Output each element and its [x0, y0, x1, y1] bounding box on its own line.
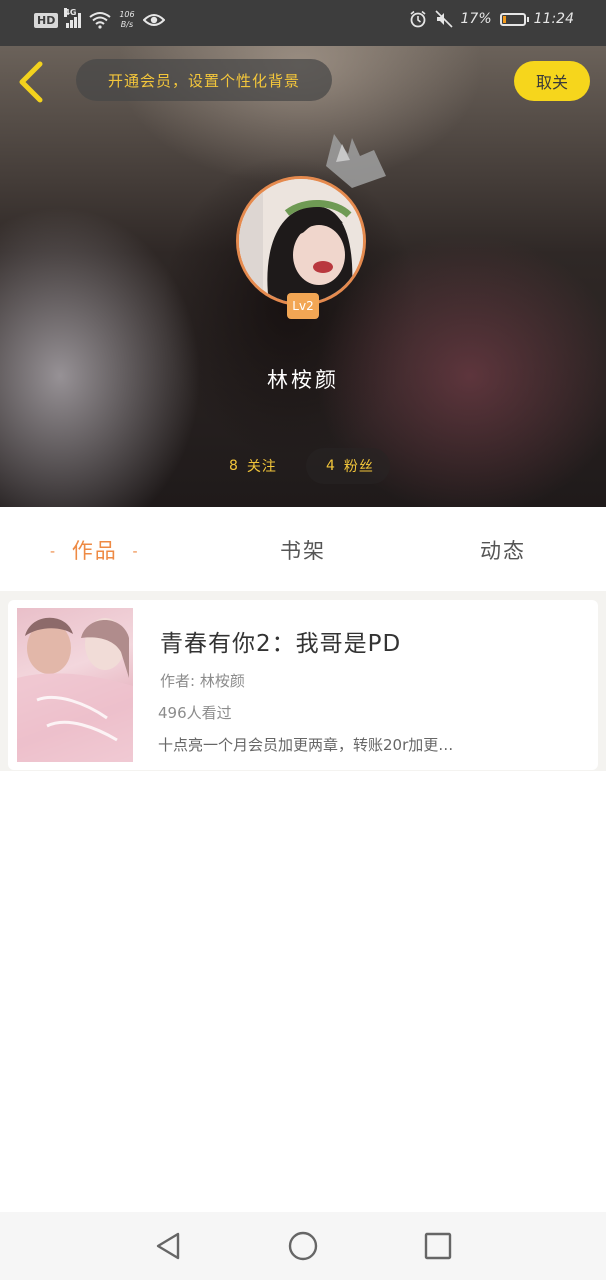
wifi-icon [89, 12, 111, 29]
nav-recent-apps-icon[interactable] [422, 1230, 454, 1262]
following-count: 8 [229, 458, 239, 474]
follow-stats: 8 关注 4 粉丝 [0, 448, 606, 484]
book-card[interactable]: 青春有你2：我哥是PD 作者: 林桉颜 496人看过 十点亮一个月会员加更两章，… [8, 600, 598, 770]
status-bar: HD 4G 106 B/s 17% 11:24 [0, 0, 606, 46]
username: 林桉颜 [267, 368, 339, 392]
level-badge: Lv2 [287, 293, 319, 319]
eye-icon [142, 14, 165, 26]
mute-icon [434, 10, 453, 28]
vip-background-banner[interactable]: 开通会员，设置个性化背景 [76, 59, 332, 101]
tab-works-dash-right: - [132, 544, 140, 560]
book-title[interactable]: 青春有你2：我哥是PD [160, 624, 401, 658]
crown-decoration-icon [326, 134, 386, 188]
fans-label: 粉丝 [343, 459, 374, 475]
following-stat[interactable]: 8 关注 [229, 448, 277, 484]
avatar[interactable] [236, 176, 366, 306]
signal-icon: 4G [64, 8, 82, 28]
speed-value: 106 [119, 10, 135, 19]
cover-art-icon [17, 617, 133, 762]
tab-works-label: 作品 [71, 539, 118, 563]
battery-icon [499, 12, 529, 26]
network-speed: 106 B/s [119, 10, 134, 30]
fans-count: 4 [326, 458, 336, 474]
profile-header: 开通会员，设置个性化背景 取关 Lv2 林桉颜 8 关注 4 粉丝 [0, 46, 606, 507]
unfollow-button[interactable]: 取关 [514, 61, 590, 101]
fans-stat[interactable]: 4 粉丝 [306, 448, 390, 484]
tab-feed[interactable]: 动态 [480, 535, 526, 565]
tab-works[interactable]: - 作品 - [44, 535, 146, 565]
nav-back-icon[interactable] [152, 1230, 184, 1262]
avatar-photo-icon [239, 179, 363, 303]
alarm-icon [410, 10, 426, 28]
network-type: 4G [64, 8, 77, 17]
tab-works-dash-left: - [50, 544, 58, 560]
system-nav-bar [0, 1212, 606, 1280]
clock: 11:24 [533, 11, 574, 27]
book-cover[interactable] [17, 608, 133, 762]
tab-bookshelf[interactable]: 书架 [280, 535, 326, 565]
book-views: 496人看过 [158, 704, 232, 722]
nav-home-icon[interactable] [287, 1230, 319, 1262]
works-list: 青春有你2：我哥是PD 作者: 林桉颜 496人看过 十点亮一个月会员加更两章，… [0, 591, 606, 771]
hd-badge: HD [34, 12, 59, 28]
back-arrow-icon[interactable] [14, 60, 50, 104]
book-description: 十点亮一个月会员加更两章，转账20r加更… [158, 736, 454, 754]
book-author: 作者: 林桉颜 [160, 672, 245, 690]
following-label: 关注 [246, 459, 277, 475]
speed-unit: B/s [120, 20, 134, 29]
battery-percent: 17% [460, 11, 492, 27]
profile-tabs: - 作品 - 书架 动态 [0, 507, 606, 591]
